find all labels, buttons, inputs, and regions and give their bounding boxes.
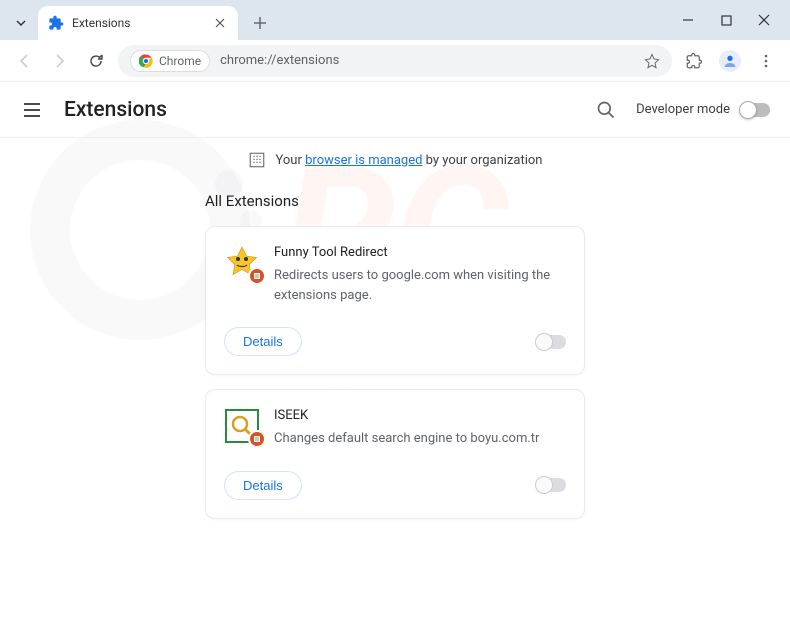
arrow-right-icon (52, 53, 68, 69)
reload-button[interactable] (82, 47, 110, 75)
address-bar[interactable]: Chrome chrome://extensions (118, 45, 672, 77)
browser-managed-link[interactable]: browser is managed (305, 153, 422, 168)
tab-title: Extensions (72, 16, 212, 30)
site-info-chip[interactable]: Chrome (130, 50, 210, 72)
chevron-down-icon (15, 17, 27, 29)
developer-mode-toggle[interactable] (740, 103, 770, 117)
building-icon (248, 151, 266, 169)
browser-tab[interactable]: Extensions (38, 6, 238, 40)
extension-icon (224, 408, 260, 444)
avatar-icon (719, 50, 741, 72)
url-text: chrome://extensions (220, 53, 634, 68)
window-minimize-button[interactable] (680, 12, 696, 28)
extension-card: Funny Tool Redirect Redirects users to g… (205, 226, 585, 375)
window-maximize-button[interactable] (718, 12, 734, 28)
extension-puzzle-icon (48, 15, 64, 31)
extension-name: Funny Tool Redirect (274, 245, 566, 260)
close-icon (215, 18, 225, 28)
minimize-icon (682, 14, 694, 26)
page-header: Extensions Developer mode (0, 82, 790, 138)
extension-card: ISEEK Changes default search engine to b… (205, 389, 585, 519)
maximize-icon (721, 15, 732, 26)
arrow-left-icon (16, 53, 32, 69)
search-icon (596, 100, 616, 120)
extension-enable-toggle[interactable] (536, 478, 566, 492)
extension-icon (224, 245, 260, 281)
details-button[interactable]: Details (224, 471, 302, 500)
browser-toolbar: Chrome chrome://extensions (0, 40, 790, 82)
back-button[interactable] (10, 47, 38, 75)
forward-button[interactable] (46, 47, 74, 75)
browser-menu-button[interactable] (752, 47, 780, 75)
policy-badge-icon (248, 430, 266, 448)
managed-banner: Your browser is managed by your organiza… (0, 138, 790, 182)
policy-badge-icon (248, 267, 266, 285)
developer-mode-control: Developer mode (636, 102, 770, 117)
chrome-logo-icon (139, 54, 153, 68)
main-menu-button[interactable] (20, 98, 44, 122)
profile-button[interactable] (716, 47, 744, 75)
close-icon (758, 14, 770, 26)
developer-mode-label: Developer mode (636, 102, 730, 117)
banner-text-prefix: Your (276, 153, 306, 168)
tab-close-button[interactable] (212, 15, 228, 31)
hamburger-icon (23, 101, 41, 119)
page-title: Extensions (64, 98, 588, 122)
extensions-button[interactable] (680, 47, 708, 75)
bookmark-star-icon[interactable] (644, 53, 660, 69)
extension-enable-toggle[interactable] (536, 335, 566, 349)
reload-icon (88, 53, 104, 69)
new-tab-button[interactable] (246, 9, 274, 37)
section-title: All Extensions (205, 192, 585, 210)
banner-text-suffix: by your organization (422, 153, 542, 168)
extension-name: ISEEK (274, 408, 566, 423)
extension-description: Redirects users to google.com when visit… (274, 266, 566, 305)
search-extensions-button[interactable] (588, 92, 624, 128)
window-close-button[interactable] (756, 12, 772, 28)
details-button[interactable]: Details (224, 327, 302, 356)
extensions-content: All Extensions Funny Tool Redirect Redir… (0, 182, 790, 543)
extension-description: Changes default search engine to boyu.co… (274, 429, 566, 449)
tab-search-dropdown[interactable] (8, 10, 34, 36)
kebab-menu-icon (758, 53, 774, 69)
site-info-label: Chrome (159, 54, 201, 68)
plus-icon (253, 16, 267, 30)
tab-bar: Extensions (0, 0, 790, 40)
puzzle-icon (685, 52, 703, 70)
